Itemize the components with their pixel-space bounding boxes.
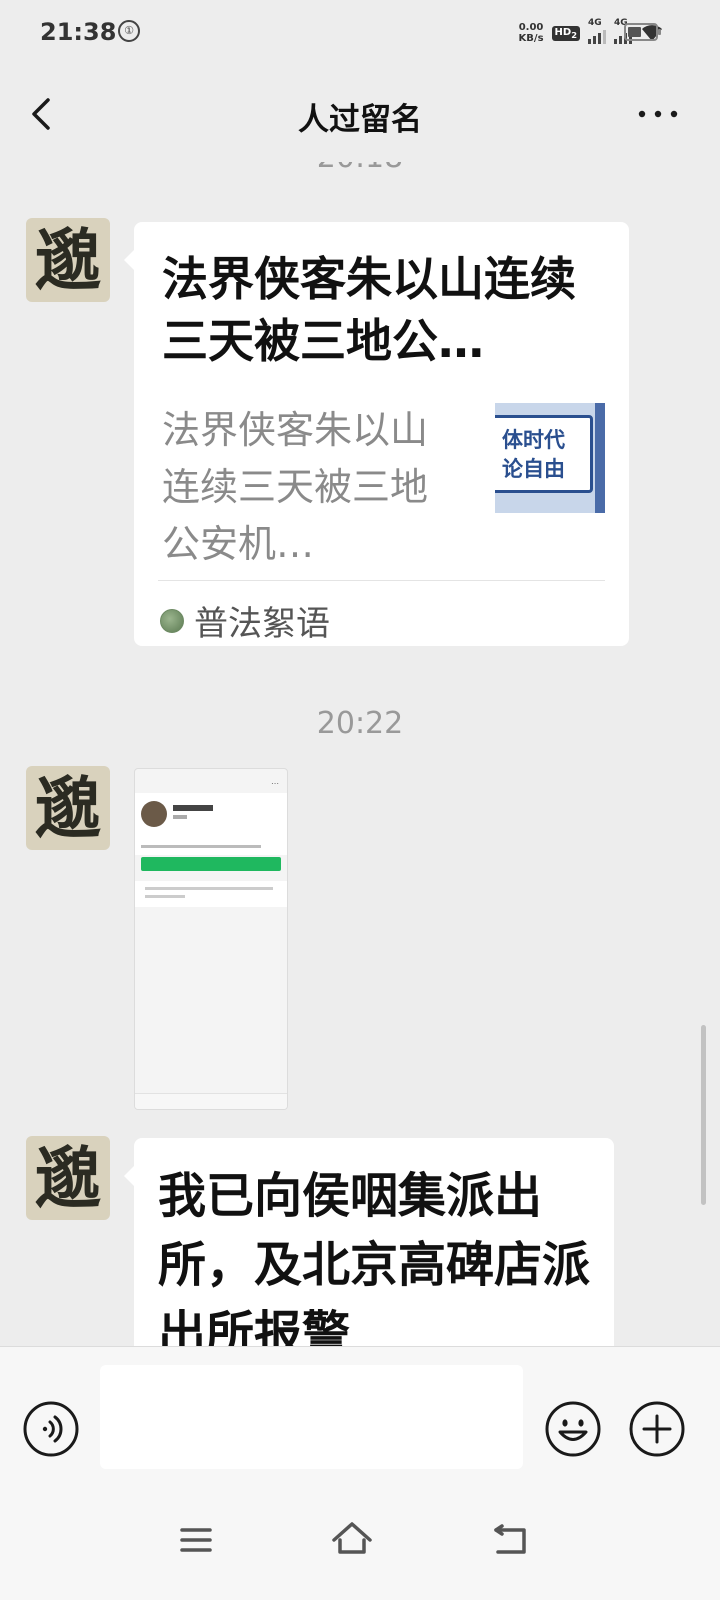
link-card-source: 普法絮语 — [160, 596, 330, 645]
hd-index: 2 — [571, 29, 577, 40]
timestamp: 20:22 — [316, 706, 404, 741]
chat-header: 人过留名 — [0, 66, 720, 162]
card-divider — [158, 580, 605, 581]
home-button[interactable] — [324, 1512, 380, 1568]
thumbnail-line-2: 论自由 — [502, 457, 565, 481]
thumbnail-line-1: 体时代 — [502, 428, 565, 452]
message-input[interactable] — [100, 1365, 523, 1469]
back-nav-button[interactable] — [482, 1512, 538, 1568]
status-bar: 21:38 ① 0.00 KB/s HD2 4G 4G — [0, 0, 720, 66]
battery-fill — [628, 27, 641, 37]
more-button[interactable] — [636, 94, 680, 134]
text-message-content: 我已向侯咽集派出所，及北京高碑店派出所报警 — [158, 1168, 591, 1362]
text-message[interactable]: 我已向侯咽集派出所，及北京高碑店派出所报警 — [124, 1138, 614, 1372]
timestamp: 20:18 — [0, 162, 720, 175]
system-nav-bar — [0, 1492, 720, 1600]
avatar-glyph: 邈 — [35, 769, 101, 847]
avatar-glyph: 邈 — [35, 1139, 101, 1217]
scrollbar[interactable] — [701, 1025, 706, 1205]
network-speed-unit: KB/s — [518, 33, 544, 44]
image-message[interactable] — [134, 768, 288, 1110]
link-card-title: 法界侠客朱以山连续三天被三地公… — [162, 252, 576, 368]
plus-icon — [642, 1414, 672, 1444]
voice-icon — [42, 1415, 63, 1443]
back-icon — [494, 1524, 526, 1554]
notification-badge-icon: ① — [118, 20, 140, 42]
home-icon — [332, 1522, 372, 1554]
avatar-glyph: 邈 — [35, 221, 101, 299]
chat-screen: 21:38 ① 0.00 KB/s HD2 4G 4G 人过留名 邈 法界侠客朱… — [0, 0, 720, 1600]
status-time: 21:38 — [40, 18, 117, 46]
message-list[interactable]: 20:18 邈 法界侠客朱以山连续三天被三地公… 法界侠客朱以山连续三天被三地公… — [0, 162, 720, 1372]
hd-label: HD — [554, 26, 572, 38]
source-name: 普法絮语 — [194, 604, 330, 644]
link-card-thumbnail: 体时代 论自由 — [495, 403, 605, 513]
more-dots-icon — [638, 110, 678, 118]
link-card-message[interactable]: 法界侠客朱以山连续三天被三地公… 法界侠客朱以山连续三天被三地公安机… 体时代 … — [124, 222, 629, 646]
plus-button[interactable] — [629, 1401, 685, 1457]
source-account-icon — [160, 608, 184, 633]
network-speed-value: 0.00 — [518, 22, 544, 33]
avatar[interactable]: 邈 — [26, 766, 110, 850]
hd-icon: HD2 — [551, 25, 580, 41]
voice-button[interactable] — [23, 1401, 79, 1457]
link-card-description: 法界侠客朱以山连续三天被三地公安机… — [162, 408, 429, 566]
image-thumbnail-icon — [135, 769, 287, 781]
battery-icon — [624, 23, 661, 41]
network-speed: 0.00 KB/s — [519, 22, 544, 44]
emoji-icon — [558, 1419, 588, 1441]
avatar[interactable]: 邈 — [26, 1136, 110, 1220]
avatar[interactable]: 邈 — [26, 218, 110, 302]
emoji-button[interactable] — [545, 1401, 601, 1457]
chat-title: 人过留名 — [298, 102, 422, 138]
menu-icon — [180, 1528, 212, 1552]
signal-1-icon: 4G — [588, 18, 606, 44]
signal-1-label: 4G — [588, 18, 602, 28]
input-bar — [0, 1346, 720, 1492]
menu-button[interactable] — [168, 1512, 224, 1568]
